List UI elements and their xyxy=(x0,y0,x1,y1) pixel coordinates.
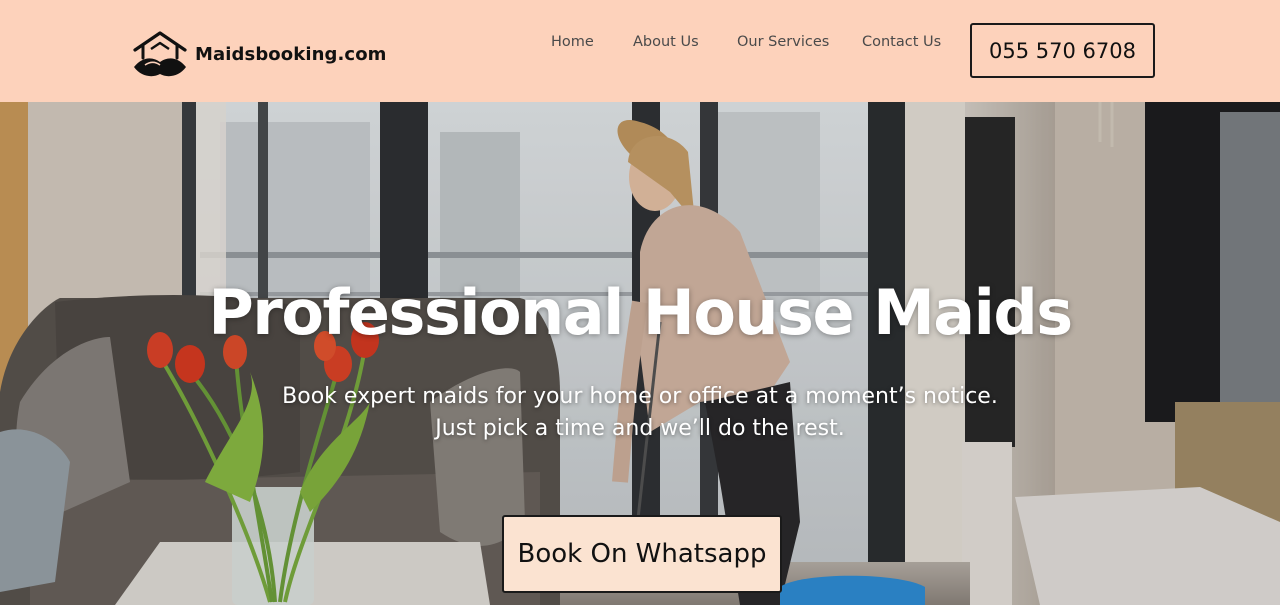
house-hands-icon xyxy=(131,30,189,80)
hero-title: Professional House Maids xyxy=(208,276,1073,349)
brand-name: Maidsbooking.com xyxy=(195,43,387,65)
book-on-whatsapp-button[interactable]: Book On Whatsapp xyxy=(502,515,782,593)
nav-our-services[interactable]: Our Services xyxy=(737,33,829,51)
hero-subtitle-line-1: Book expert maids for your home or offic… xyxy=(282,384,998,409)
site-header: Maidsbooking.com Home About Us Our Servi… xyxy=(0,0,1280,102)
hero-subtitle: Book expert maids for your home or offic… xyxy=(0,381,1280,445)
hero-subtitle-line-2: Just pick a time and we’ll do the rest. xyxy=(435,416,845,441)
nav-about-us[interactable]: About Us xyxy=(633,33,699,51)
phone-button[interactable]: 055 570 6708 xyxy=(970,23,1155,78)
hero-section: Professional House Maids Book expert mai… xyxy=(0,102,1280,605)
site-logo[interactable]: Maidsbooking.com xyxy=(131,30,387,80)
nav-contact-us[interactable]: Contact Us xyxy=(862,33,941,51)
nav-home[interactable]: Home xyxy=(551,33,594,51)
